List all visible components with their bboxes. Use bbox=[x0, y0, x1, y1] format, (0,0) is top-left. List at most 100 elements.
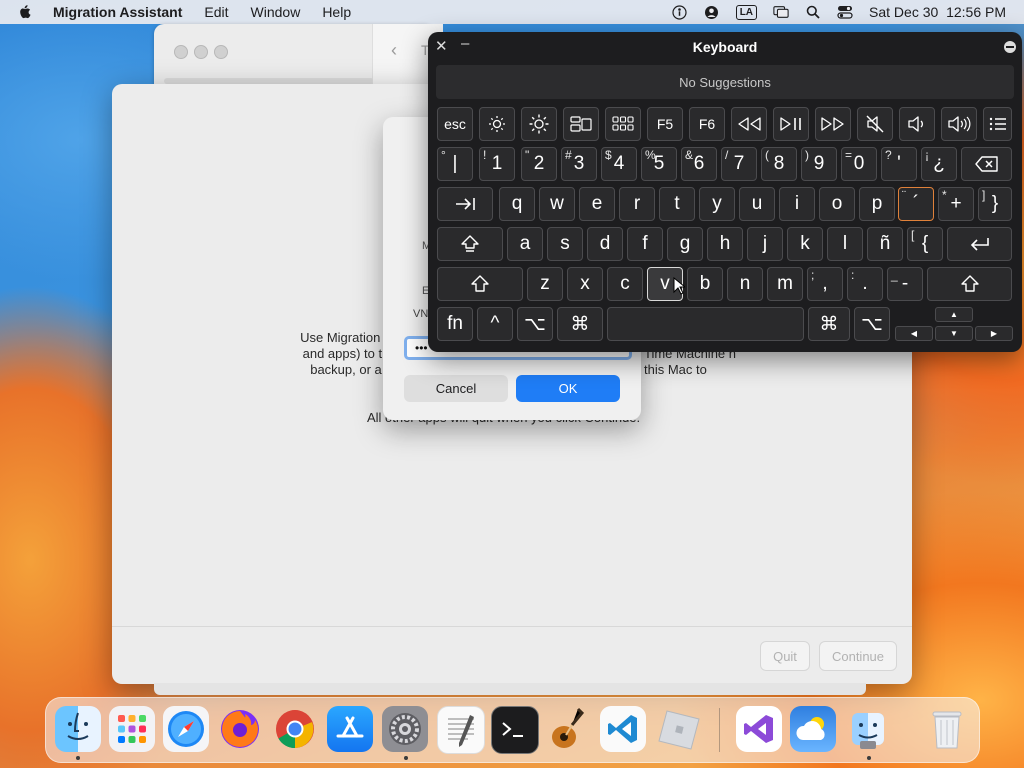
key-w[interactable]: w bbox=[539, 187, 575, 221]
key-y[interactable]: y bbox=[699, 187, 735, 221]
return-icon[interactable] bbox=[947, 227, 1012, 261]
key-s[interactable]: s bbox=[547, 227, 583, 261]
key-b[interactable]: b bbox=[687, 267, 723, 301]
key-t[interactable]: t bbox=[659, 187, 695, 221]
app-store-icon[interactable] bbox=[327, 706, 373, 752]
chrome-icon[interactable] bbox=[272, 706, 318, 752]
key-g[interactable]: g bbox=[667, 227, 703, 261]
key-option-left[interactable]: ⌥ bbox=[517, 307, 553, 341]
app-menu[interactable]: Migration Assistant bbox=[53, 4, 182, 20]
terminal-icon[interactable] bbox=[491, 706, 539, 754]
key-esc[interactable]: esc bbox=[437, 107, 473, 141]
migration-assistant-icon[interactable] bbox=[845, 706, 891, 752]
trash-icon[interactable] bbox=[924, 706, 970, 752]
brightness-down-icon[interactable] bbox=[479, 107, 515, 141]
garageband-icon[interactable] bbox=[545, 706, 591, 752]
key-command-right[interactable]: ⌘ bbox=[808, 307, 850, 341]
right-shift-icon[interactable] bbox=[927, 267, 1012, 301]
zoom-button[interactable] bbox=[214, 45, 228, 59]
firefox-icon[interactable] bbox=[217, 706, 263, 752]
key-a[interactable]: a bbox=[507, 227, 543, 261]
rewind-icon[interactable] bbox=[731, 107, 767, 141]
key-control[interactable]: ^ bbox=[477, 307, 513, 341]
key-h[interactable]: h bbox=[707, 227, 743, 261]
key-option-right[interactable]: ⌥ bbox=[854, 307, 890, 341]
menu-help[interactable]: Help bbox=[322, 4, 351, 20]
caps-lock-icon[interactable] bbox=[437, 227, 503, 261]
launchpad-icon[interactable] bbox=[605, 107, 641, 141]
back-chevron-icon[interactable]: ‹ bbox=[391, 40, 397, 61]
key-3[interactable]: #3 bbox=[561, 147, 597, 181]
spotlight-search-icon[interactable] bbox=[805, 4, 821, 20]
key-l[interactable]: l bbox=[827, 227, 863, 261]
screen-mirroring-icon[interactable] bbox=[773, 4, 789, 20]
key-6[interactable]: & 6 bbox=[681, 147, 717, 181]
key-z[interactable]: z bbox=[527, 267, 563, 301]
key-8[interactable]: (8 bbox=[761, 147, 797, 181]
weather-icon[interactable] bbox=[790, 706, 836, 752]
key-0[interactable]: = 0 bbox=[841, 147, 877, 181]
arrow-right-key[interactable]: ▶ bbox=[975, 326, 1013, 341]
mission-control-icon[interactable] bbox=[563, 107, 599, 141]
key-n[interactable]: n bbox=[727, 267, 763, 301]
key-comma[interactable]: ;, bbox=[807, 267, 843, 301]
key-f6[interactable]: F6 bbox=[689, 107, 725, 141]
key-7[interactable]: /7 bbox=[721, 147, 757, 181]
key-acute-accent[interactable]: ¨ ´ bbox=[898, 187, 934, 221]
key-k[interactable]: k bbox=[787, 227, 823, 261]
key-inverted-question[interactable]: ¡ ¿ bbox=[921, 147, 957, 181]
key-c[interactable]: c bbox=[607, 267, 643, 301]
finder-icon[interactable] bbox=[55, 706, 101, 752]
key-u[interactable]: u bbox=[739, 187, 775, 221]
play-pause-icon[interactable] bbox=[773, 107, 809, 141]
arrow-down-key[interactable]: ▼ bbox=[935, 326, 973, 341]
arrow-left-key[interactable]: ◀ bbox=[895, 326, 933, 341]
key-left-brace[interactable]: [{ bbox=[907, 227, 943, 261]
options-icon[interactable] bbox=[1004, 41, 1016, 53]
key-command-left[interactable]: ⌘ bbox=[557, 307, 603, 341]
menu-edit[interactable]: Edit bbox=[204, 4, 228, 20]
close-button[interactable] bbox=[174, 45, 188, 59]
key-period[interactable]: :. bbox=[847, 267, 883, 301]
input-source-indicator[interactable]: LA bbox=[735, 4, 758, 20]
key-1[interactable]: ! 1 bbox=[479, 147, 515, 181]
apple-menu-icon[interactable] bbox=[18, 4, 34, 20]
roblox-icon[interactable] bbox=[656, 706, 702, 752]
key-2[interactable]: " 2 bbox=[521, 147, 557, 181]
vscode-icon[interactable] bbox=[600, 706, 646, 752]
launchpad-icon[interactable] bbox=[109, 706, 155, 752]
quit-button[interactable]: Quit bbox=[760, 641, 810, 671]
key-space[interactable] bbox=[607, 307, 804, 341]
key-q[interactable]: q bbox=[499, 187, 535, 221]
user-account-icon[interactable] bbox=[704, 4, 720, 20]
accessibility-icon[interactable] bbox=[672, 4, 688, 20]
volume-down-icon[interactable] bbox=[899, 107, 935, 141]
key-fn[interactable]: fn bbox=[437, 307, 473, 341]
key-f[interactable]: f bbox=[627, 227, 663, 261]
list-menu-icon[interactable] bbox=[983, 107, 1012, 141]
key-f5[interactable]: F5 bbox=[647, 107, 683, 141]
key-d[interactable]: d bbox=[587, 227, 623, 261]
key-hyphen[interactable]: _ - bbox=[887, 267, 923, 301]
volume-up-icon[interactable] bbox=[941, 107, 977, 141]
key-pipe[interactable]: ° | bbox=[437, 147, 473, 181]
visual-studio-icon[interactable] bbox=[736, 706, 782, 752]
key-o[interactable]: o bbox=[819, 187, 855, 221]
tab-icon[interactable] bbox=[437, 187, 493, 221]
system-settings-icon[interactable] bbox=[382, 706, 428, 752]
key-i[interactable]: i bbox=[779, 187, 815, 221]
cancel-button[interactable]: Cancel bbox=[404, 375, 508, 402]
key-x[interactable]: x bbox=[567, 267, 603, 301]
key-right-brace[interactable]: ]} bbox=[978, 187, 1012, 221]
key-9[interactable]: ) 9 bbox=[801, 147, 837, 181]
key-e[interactable]: e bbox=[579, 187, 615, 221]
continue-button[interactable]: Continue bbox=[819, 641, 897, 671]
key-n-tilde[interactable]: ñ bbox=[867, 227, 903, 261]
left-shift-icon[interactable] bbox=[437, 267, 523, 301]
fast-forward-icon[interactable] bbox=[815, 107, 851, 141]
minimize-button[interactable] bbox=[194, 45, 208, 59]
key-m[interactable]: m bbox=[767, 267, 803, 301]
delete-icon[interactable] bbox=[961, 147, 1012, 181]
menu-window[interactable]: Window bbox=[251, 4, 301, 20]
key-j[interactable]: j bbox=[747, 227, 783, 261]
